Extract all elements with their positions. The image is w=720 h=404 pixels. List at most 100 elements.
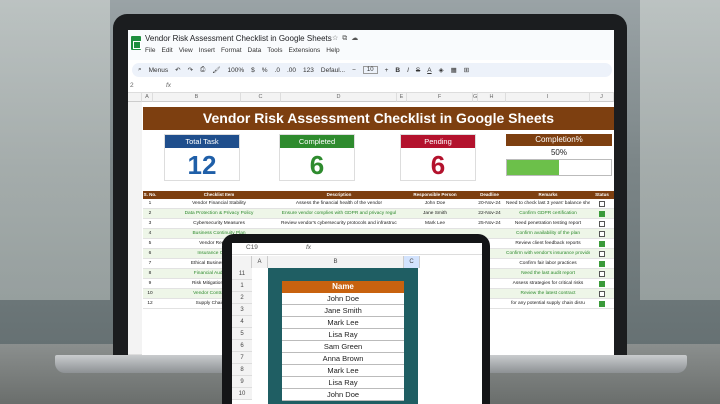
- tablet-name-cell[interactable]: Anna Brown: [282, 353, 404, 365]
- cell-sno[interactable]: 10: [143, 289, 157, 299]
- status-checkbox[interactable]: [599, 301, 605, 307]
- number-format-button[interactable]: 123: [303, 67, 314, 74]
- menu-help[interactable]: Help: [326, 47, 339, 54]
- increase-decimal-button[interactable]: .00: [287, 67, 296, 74]
- tablet-column-c[interactable]: C: [404, 256, 420, 268]
- document-title[interactable]: Vendor Risk Assessment Checklist in Goog…: [145, 34, 332, 43]
- menu-view[interactable]: View: [179, 47, 193, 54]
- cell-remarks[interactable]: Confirm with vendor's insurance provide: [506, 249, 590, 259]
- text-color-button[interactable]: A: [427, 67, 431, 74]
- move-icon[interactable]: ⧉: [342, 35, 351, 42]
- column-header-c[interactable]: C: [241, 93, 281, 102]
- tablet-row-header[interactable]: 8: [232, 364, 252, 376]
- cell-deadline[interactable]: 20-Nov-24: [473, 199, 506, 209]
- tablet-name-box[interactable]: C19: [246, 244, 258, 251]
- cell-responsible-person[interactable]: John Doe: [397, 199, 473, 209]
- tablet-row-header[interactable]: 10: [232, 388, 252, 400]
- print-icon[interactable]: ⎙: [200, 66, 205, 74]
- bold-button[interactable]: B: [395, 67, 400, 74]
- font-size-increase[interactable]: +: [385, 67, 389, 74]
- column-header-i[interactable]: I: [506, 93, 590, 102]
- tablet-name-cell[interactable]: Mark Lee: [282, 365, 404, 377]
- tablet-name-cell[interactable]: Sam Green: [282, 341, 404, 353]
- tablet-row-header[interactable]: 1: [232, 280, 252, 292]
- cloud-icon[interactable]: ☁: [351, 35, 362, 42]
- cell-remarks[interactable]: Need the last audit report: [506, 269, 590, 279]
- tablet-row-header[interactable]: 9: [232, 376, 252, 388]
- column-header-a[interactable]: A: [142, 93, 153, 102]
- tablet-row-header[interactable]: 5: [232, 328, 252, 340]
- tablet-column-a[interactable]: A: [252, 256, 268, 268]
- cell-remarks[interactable]: Review the latest contract: [506, 289, 590, 299]
- status-checkbox[interactable]: [599, 231, 605, 237]
- tablet-name-cell[interactable]: John Doe: [282, 389, 404, 401]
- cell-sno[interactable]: 5: [143, 239, 157, 249]
- font-size-input[interactable]: 10: [362, 66, 378, 74]
- zoom-select[interactable]: 100%: [228, 67, 245, 74]
- paint-format-icon[interactable]: 🖌: [212, 66, 220, 74]
- status-checkbox[interactable]: [599, 201, 605, 207]
- font-select[interactable]: Defaul...: [321, 67, 345, 74]
- cell-remarks[interactable]: Assess strategies for critical risks: [506, 279, 590, 289]
- menu-extensions[interactable]: Extensions: [288, 47, 320, 54]
- menu-data[interactable]: Data: [248, 47, 262, 54]
- tablet-row-header[interactable]: 6: [232, 340, 252, 352]
- cell-sno[interactable]: 6: [143, 249, 157, 259]
- tablet-name-cell[interactable]: Lisa Ray: [282, 377, 404, 389]
- tablet-corner[interactable]: [232, 256, 252, 268]
- column-header-b[interactable]: B: [153, 93, 241, 102]
- tablet-name-cell[interactable]: Jane Smith: [282, 305, 404, 317]
- status-checkbox[interactable]: [599, 221, 605, 227]
- tablet-name-cell[interactable]: Lisa Ray: [282, 329, 404, 341]
- menu-edit[interactable]: Edit: [161, 47, 172, 54]
- status-checkbox[interactable]: [599, 291, 605, 297]
- column-header-f[interactable]: F: [407, 93, 473, 102]
- cell-sno[interactable]: 7: [143, 259, 157, 269]
- cell-sno[interactable]: 3: [143, 219, 157, 229]
- cell-remarks[interactable]: Need to check last 3 years' balance shee: [506, 199, 590, 209]
- cell-remarks[interactable]: Need penetration testing report: [506, 219, 590, 229]
- cell-description[interactable]: Assess the financial health of the vendo…: [281, 199, 397, 209]
- cell-remarks[interactable]: for any potential supply chain disru: [506, 299, 590, 309]
- italic-button[interactable]: I: [407, 67, 409, 74]
- font-size-decrease[interactable]: −: [352, 67, 356, 74]
- cell-responsible-person[interactable]: Jane Smith: [397, 209, 473, 219]
- cell-deadline[interactable]: 25-Nov-24: [473, 219, 506, 229]
- column-header-h[interactable]: H: [478, 93, 506, 102]
- cell-checklist-item[interactable]: Data Protection & Privacy Policy: [157, 209, 281, 219]
- cell-checklist-item[interactable]: Cybersecurity Measures: [157, 219, 281, 229]
- tablet-row-header[interactable]: 3: [232, 304, 252, 316]
- cell-deadline[interactable]: 22-Nov-24: [473, 209, 506, 219]
- cell-sno[interactable]: 4: [143, 229, 157, 239]
- status-checkbox[interactable]: [599, 271, 605, 277]
- cell-remarks[interactable]: Confirm GDPR certification: [506, 209, 590, 219]
- tablet-name-cell[interactable]: Mark Lee: [282, 317, 404, 329]
- name-box[interactable]: 2: [130, 82, 134, 89]
- undo-icon[interactable]: ↶: [175, 66, 180, 74]
- cell-remarks[interactable]: Review client feedback reports: [506, 239, 590, 249]
- star-icon[interactable]: ☆: [332, 35, 342, 42]
- tablet-row-header[interactable]: 11: [232, 268, 252, 280]
- tablet-column-b[interactable]: B: [268, 256, 404, 268]
- cell-description[interactable]: Review vendor's cybersecurity protocols …: [281, 219, 397, 229]
- tablet-row-header[interactable]: 4: [232, 316, 252, 328]
- menu-tools[interactable]: Tools: [267, 47, 282, 54]
- status-checkbox[interactable]: [599, 211, 605, 217]
- column-header-j[interactable]: J: [590, 93, 614, 102]
- cell-sno[interactable]: 1: [143, 199, 157, 209]
- column-header-d[interactable]: D: [281, 93, 397, 102]
- search-menus-icon[interactable]: ⌕: [138, 66, 142, 74]
- menus-search[interactable]: Menus: [149, 67, 169, 74]
- cell-sno[interactable]: 12: [143, 299, 157, 309]
- status-checkbox[interactable]: [599, 281, 605, 287]
- fill-color-icon[interactable]: ◈: [439, 66, 444, 74]
- percent-button[interactable]: %: [262, 67, 268, 74]
- decrease-decimal-button[interactable]: .0: [275, 67, 280, 74]
- status-checkbox[interactable]: [599, 251, 605, 257]
- cell-description[interactable]: Ensure vendor complies with GDPR and pri…: [281, 209, 397, 219]
- redo-icon[interactable]: ↷: [188, 66, 193, 74]
- menu-file[interactable]: File: [145, 47, 155, 54]
- cell-checklist-item[interactable]: Vendor Financial Stability: [157, 199, 281, 209]
- borders-icon[interactable]: ▦: [451, 66, 457, 74]
- column-header-e[interactable]: E: [397, 93, 407, 102]
